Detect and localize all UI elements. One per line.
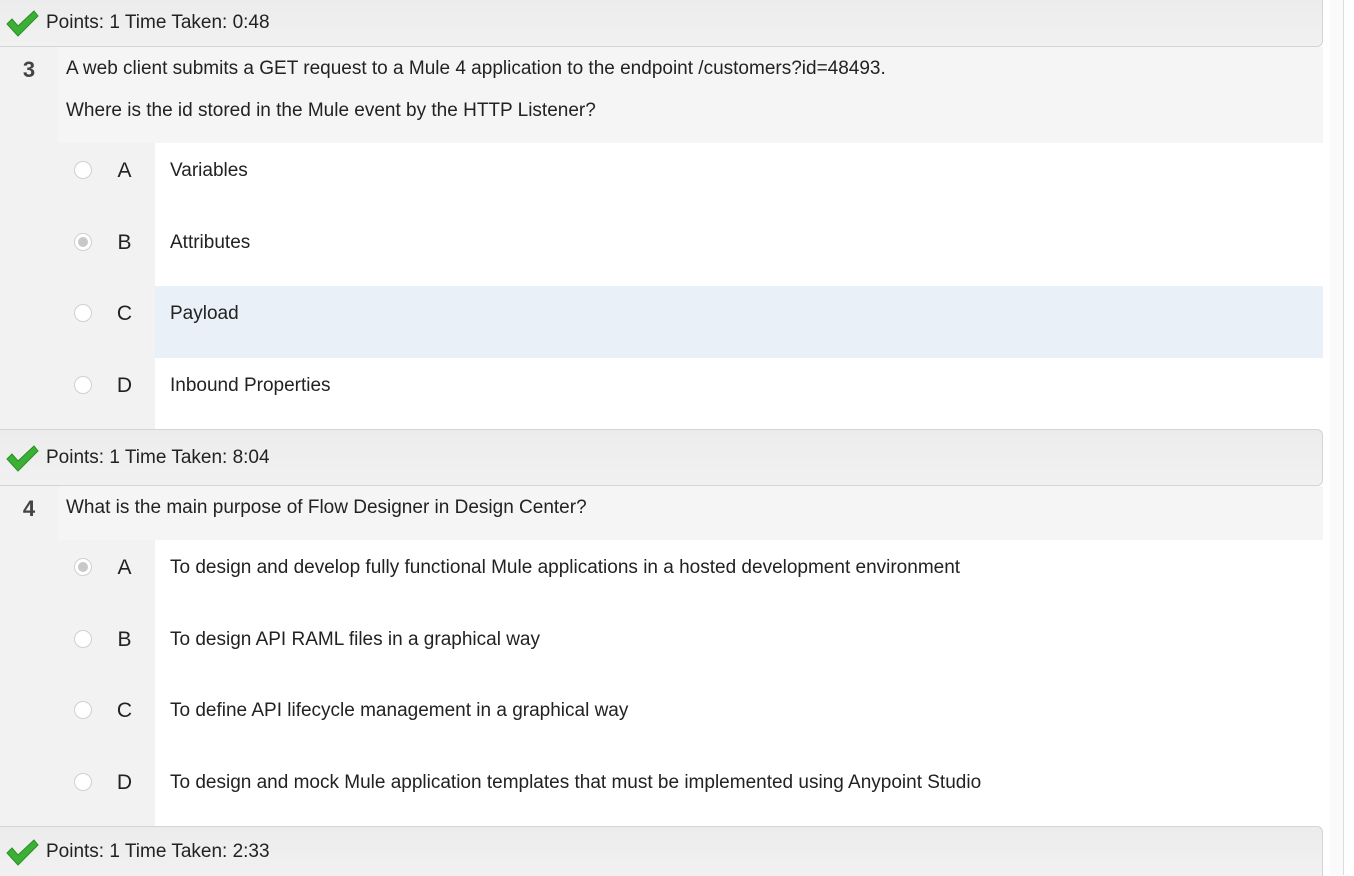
scrollbar-track[interactable] <box>1330 0 1343 875</box>
question-line: Where is the id stored in the Mule event… <box>66 100 596 121</box>
option-letter: B <box>117 627 132 651</box>
result-bar: Points: 1 Time Taken: 8:04 <box>0 429 1323 486</box>
option-letter: B <box>117 230 132 254</box>
checkmark-icon <box>6 10 39 37</box>
answer-option[interactable]: A Variables <box>0 143 1323 215</box>
checkmark-icon <box>6 838 39 866</box>
answer-option[interactable]: D Inbound Properties <box>0 357 1323 429</box>
question-block: 4 What is the main purpose of Flow Design… <box>0 486 1323 826</box>
question-line: A web client submits a GET request to a … <box>66 58 886 79</box>
radio-button[interactable] <box>74 232 92 251</box>
radio-button[interactable] <box>74 629 92 648</box>
option-text: To design and mock Mule application temp… <box>155 754 1323 826</box>
option-text: Payload <box>155 286 1323 358</box>
option-text: Inbound Properties <box>155 357 1323 429</box>
radio-button[interactable] <box>74 375 92 394</box>
answer-option[interactable]: A To design and develop fully functional … <box>0 540 1323 612</box>
option-letter: C <box>116 699 133 722</box>
option-letter: A <box>117 556 132 579</box>
option-text: To design API RAML files in a graphical … <box>155 611 1323 683</box>
radio-button[interactable] <box>74 304 92 322</box>
result-text: Points: 1 Time Taken: 8:04 <box>46 446 270 468</box>
option-letter: C <box>116 302 133 325</box>
scrollbar-divider <box>1343 0 1344 875</box>
option-text: To design and develop fully functional M… <box>155 540 1323 612</box>
radio-button[interactable] <box>74 161 92 179</box>
answer-option[interactable]: B Attributes <box>0 214 1323 286</box>
answer-option[interactable]: D To design and mock Mule application tem… <box>0 754 1323 826</box>
quiz-review: Points: 1 Time Taken: 0:48 3A web client… <box>0 0 1323 876</box>
radio-button[interactable] <box>74 701 92 719</box>
question-block: 3A web client submits a GET request to a… <box>0 47 1323 429</box>
result-text: Points: 1 Time Taken: 2:33 <box>46 840 270 862</box>
result-bar: Points: 1 Time Taken: 0:48 <box>0 0 1323 47</box>
radio-button[interactable] <box>74 772 92 791</box>
radio-button[interactable] <box>74 558 92 576</box>
option-text: Variables <box>155 143 1323 215</box>
question-text: What is the main purpose of Flow Designe… <box>58 486 1323 540</box>
option-letter: D <box>116 770 133 794</box>
answer-option[interactable]: C To define API lifecycle management in a… <box>0 683 1323 755</box>
checkmark-icon <box>6 444 39 472</box>
option-letter: A <box>117 159 132 182</box>
answer-option[interactable]: B To design API RAML files in a graphical… <box>0 611 1323 683</box>
option-text: Attributes <box>155 214 1323 286</box>
result-text: Points: 1 Time Taken: 0:48 <box>46 12 270 33</box>
option-text: To define API lifecycle management in a … <box>155 683 1323 755</box>
result-bar: Points: 1 Time Taken: 2:33 <box>0 826 1323 876</box>
answer-option[interactable]: C Payload <box>0 286 1323 358</box>
question-line: What is the main purpose of Flow Designe… <box>66 497 587 518</box>
option-letter: D <box>116 373 133 397</box>
question-text: A web client submits a GET request to a … <box>58 47 1323 143</box>
